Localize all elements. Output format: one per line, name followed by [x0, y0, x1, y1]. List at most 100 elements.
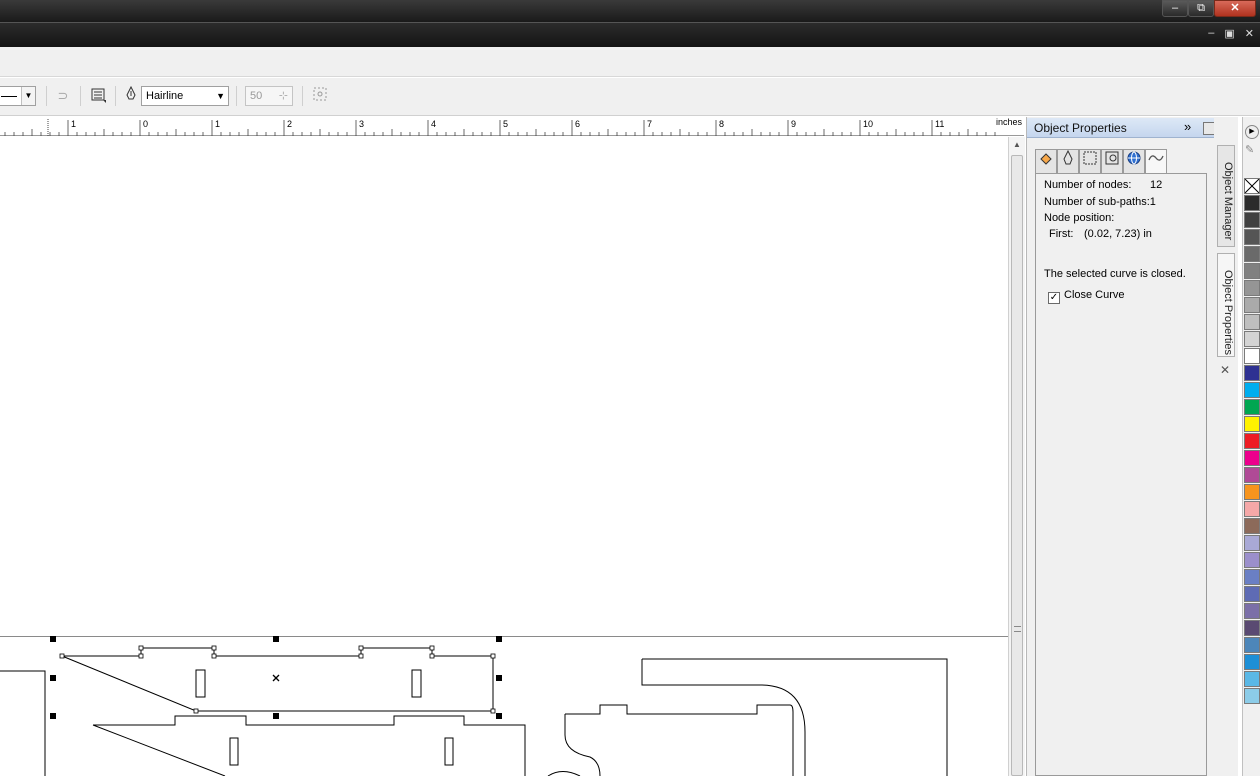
color-swatch[interactable] [1244, 399, 1260, 415]
ruler-label: 11 [935, 119, 944, 129]
internet-icon [1127, 151, 1141, 165]
color-swatch[interactable] [1244, 229, 1260, 245]
scroll-thumb[interactable] [1011, 155, 1023, 776]
color-swatch[interactable] [1244, 586, 1260, 602]
color-swatch[interactable] [1244, 433, 1260, 449]
status-text: The selected curve is closed. [1044, 268, 1186, 280]
standard-toolbar [0, 47, 1260, 77]
first-label: First: [1049, 228, 1074, 240]
line-style-select[interactable]: ▼ [0, 86, 36, 106]
palette-scroll-up-icon[interactable]: ▶ [1245, 125, 1259, 139]
fill-icon [1040, 153, 1052, 165]
lower-shape[interactable] [92, 715, 526, 776]
horizontal-ruler[interactable]: 1 0 1 2 3 4 5 6 7 8 9 10 11 inches [0, 117, 1024, 136]
general-icon [1083, 151, 1097, 165]
checkbox-icon[interactable]: ✓ [1048, 292, 1060, 304]
drawing-svg[interactable] [0, 137, 1008, 776]
ruler-label: 7 [647, 119, 652, 129]
docker-title: Object Properties [1034, 121, 1127, 135]
color-swatch[interactable] [1244, 416, 1260, 432]
color-swatch[interactable] [1244, 263, 1260, 279]
ruler-label: 2 [287, 119, 292, 129]
subpaths-row: Number of sub-paths:1 [1044, 196, 1156, 208]
ruler-label: 9 [791, 119, 796, 129]
ruler-label: 5 [503, 119, 508, 129]
ruler-label: 8 [719, 119, 724, 129]
drawing-canvas[interactable] [0, 137, 1008, 776]
color-swatch[interactable] [1244, 195, 1260, 211]
summary-icon [1105, 151, 1119, 165]
color-swatch[interactable] [1244, 552, 1260, 568]
close-button[interactable]: ✕ [1214, 0, 1256, 17]
color-swatch[interactable] [1244, 382, 1260, 398]
color-swatch[interactable] [1244, 518, 1260, 534]
center-marker [272, 674, 280, 682]
color-swatch[interactable] [1244, 297, 1260, 313]
color-swatch[interactable] [1244, 535, 1260, 551]
property-tabs [1035, 149, 1167, 175]
close-curve-checkbox[interactable]: ✓ Close Curve [1048, 289, 1125, 304]
color-swatch[interactable] [1244, 280, 1260, 296]
eyedropper-icon[interactable]: ✎ [1245, 143, 1254, 156]
color-swatch[interactable] [1244, 569, 1260, 585]
ruler-label: 3 [359, 119, 364, 129]
fill-tab[interactable] [1035, 149, 1057, 173]
curve-tab[interactable] [1145, 149, 1167, 175]
expand-icon[interactable]: » [1184, 119, 1191, 134]
color-swatch[interactable] [1244, 484, 1260, 500]
color-swatch[interactable] [1244, 450, 1260, 466]
ruler-unit: inches [995, 117, 1022, 127]
minimize-button[interactable]: – [1162, 0, 1188, 17]
color-swatch[interactable] [1244, 501, 1260, 517]
doc-close-button[interactable]: ✕ [1245, 27, 1254, 40]
right-shape[interactable] [641, 658, 948, 776]
color-swatch[interactable] [1244, 212, 1260, 228]
chevron-down-icon: ▼ [21, 87, 35, 105]
convert-to-curves-icon[interactable] [310, 86, 330, 106]
outline-width-select[interactable]: Hairline ▼ [141, 86, 229, 106]
color-swatch[interactable] [1244, 314, 1260, 330]
color-swatch[interactable] [1244, 654, 1260, 670]
color-swatch[interactable] [1244, 246, 1260, 262]
left-shape[interactable] [0, 670, 46, 776]
tab-object-manager[interactable]: Object Manager [1217, 145, 1235, 247]
color-swatch[interactable] [1244, 365, 1260, 381]
color-swatch[interactable] [1244, 603, 1260, 619]
color-swatch[interactable] [1244, 688, 1260, 704]
wrap-text-icon[interactable] [88, 86, 108, 106]
ruler-ticks: 1 0 1 2 3 4 5 6 7 8 9 10 11 [4, 119, 996, 136]
color-swatch[interactable] [1244, 331, 1260, 347]
reverse-direction-icon[interactable]: ⊃ [53, 86, 73, 106]
no-color-swatch[interactable] [1244, 178, 1260, 194]
doc-restore-button[interactable]: ▣ [1224, 27, 1234, 40]
restore-button[interactable]: ⧉ [1188, 0, 1214, 17]
subpaths-value: 1 [1149, 196, 1156, 208]
summary-tab[interactable] [1101, 149, 1123, 173]
slot-shape [195, 669, 206, 698]
color-swatch[interactable] [1244, 348, 1260, 364]
vertical-scrollbar[interactable]: ▲ [1008, 137, 1025, 776]
slot-shape [444, 737, 454, 766]
doc-minimize-button[interactable]: – [1208, 27, 1214, 40]
ruler-label: 1 [215, 119, 220, 129]
bracket-shape[interactable] [547, 704, 794, 776]
tab-object-properties[interactable]: Object Properties [1217, 253, 1235, 357]
general-tab[interactable] [1079, 149, 1101, 173]
spinner-icon: ⊹ [278, 90, 288, 102]
title-bar: – ⧉ ✕ [0, 0, 1260, 22]
color-swatch[interactable] [1244, 637, 1260, 653]
close-tab-icon[interactable]: ✕ [1220, 363, 1230, 377]
ruler-label: 0 [143, 119, 148, 129]
outline-tab[interactable] [1057, 149, 1079, 173]
object-properties-docker: Object Properties » ✕ Number of nodes: 1… [1026, 117, 1235, 776]
nodes-label: Number of nodes: [1044, 179, 1132, 191]
color-swatch[interactable] [1244, 671, 1260, 687]
chevron-down-icon: ▼ [216, 91, 225, 101]
miter-limit-input[interactable]: 50 ⊹ [245, 86, 293, 106]
outline-pen-icon [121, 85, 141, 106]
nodes-row: Number of nodes: 12 [1044, 179, 1162, 191]
color-swatch[interactable] [1244, 620, 1260, 636]
color-swatch[interactable] [1244, 467, 1260, 483]
scroll-up-icon[interactable]: ▲ [1013, 140, 1021, 149]
internet-tab[interactable] [1123, 149, 1145, 173]
